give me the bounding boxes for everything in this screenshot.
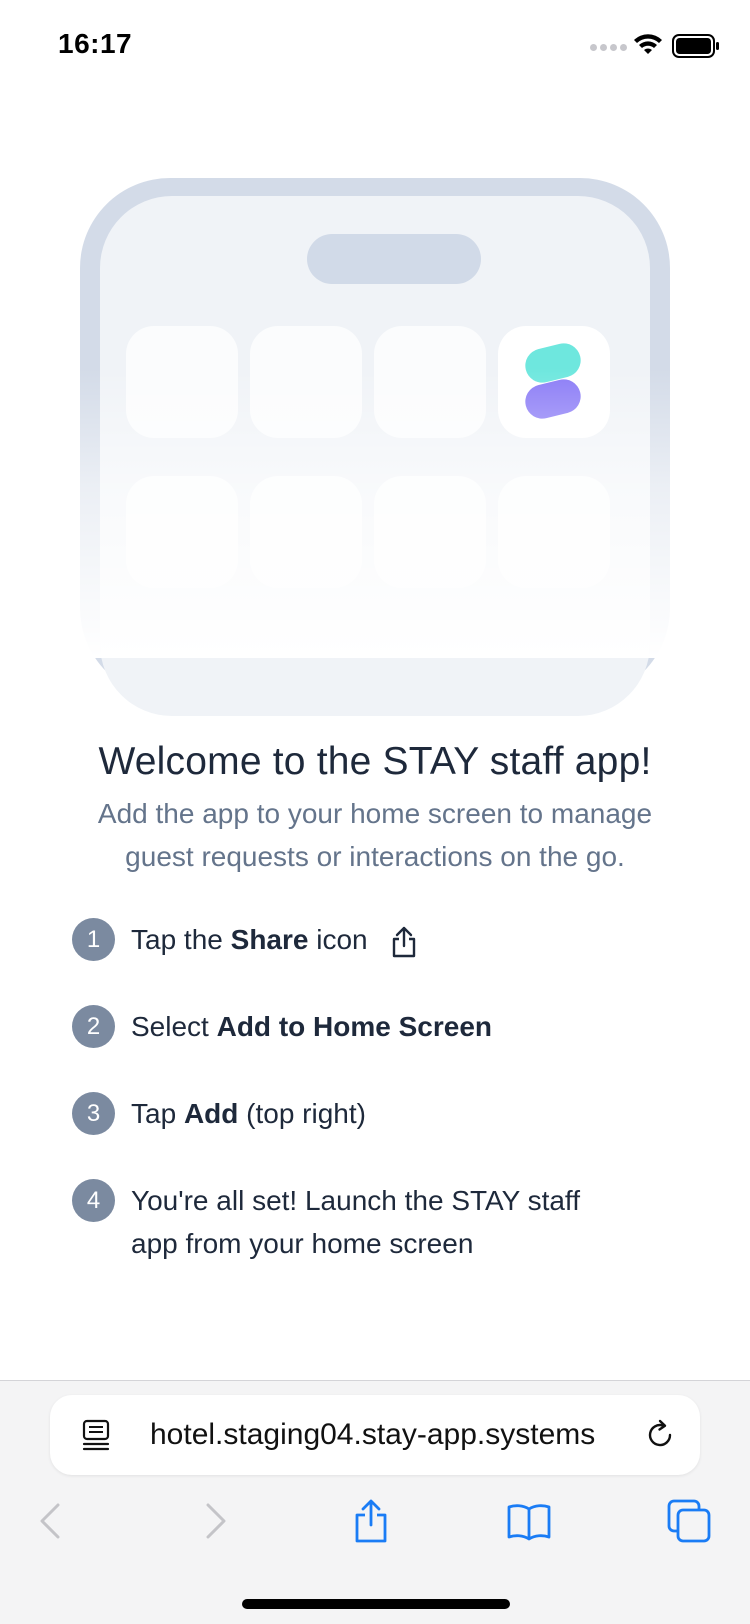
step-number-badge: 4 bbox=[72, 1179, 115, 1222]
step-text-bold: Add to Home Screen bbox=[216, 1011, 492, 1042]
back-icon[interactable] bbox=[28, 1497, 76, 1545]
forward-icon[interactable] bbox=[190, 1497, 238, 1545]
step-text-bold: Add bbox=[183, 1098, 239, 1129]
welcome-subtitle: Add the app to your home screen to manag… bbox=[60, 792, 690, 878]
browser-chrome: hotel.staging04.stay-app.systems bbox=[0, 1380, 750, 1624]
phone-notch bbox=[307, 234, 481, 284]
bookmarks-icon[interactable] bbox=[505, 1497, 553, 1545]
subtitle-line: guest requests or interactions on the go… bbox=[125, 841, 625, 872]
step-text-pre: Tap the bbox=[131, 924, 231, 955]
subtitle-line: Add the app to your home screen to manag… bbox=[97, 798, 653, 829]
share-icon bbox=[393, 926, 416, 957]
step-text: Tap Add (top right) bbox=[131, 1092, 366, 1135]
step-text: Tap the Share icon bbox=[131, 918, 419, 961]
step-text-line: app from your home screen bbox=[131, 1228, 474, 1259]
page-menu-icon[interactable] bbox=[80, 1417, 112, 1453]
status-time: 16:17 bbox=[58, 28, 133, 59]
step-text-bold: Share bbox=[230, 924, 309, 955]
phone-illustration bbox=[70, 178, 680, 716]
step-number-badge: 1 bbox=[72, 918, 115, 961]
step-text: Select Add to Home Screen bbox=[131, 1005, 492, 1048]
step-number-badge: 3 bbox=[72, 1092, 115, 1135]
step-text-post: (top right) bbox=[238, 1098, 366, 1129]
battery-icon bbox=[672, 34, 719, 58]
step-text: You're all set! Launch the STAY staff ap… bbox=[131, 1179, 580, 1265]
tabs-icon[interactable] bbox=[665, 1497, 713, 1545]
reload-icon[interactable] bbox=[644, 1419, 676, 1451]
wifi-icon bbox=[634, 34, 662, 54]
signal-dots-icon bbox=[590, 44, 627, 51]
step-text-pre: Tap bbox=[131, 1098, 184, 1129]
fade-overlay bbox=[70, 368, 680, 658]
home-indicator bbox=[242, 1599, 510, 1609]
step-number-badge: 2 bbox=[72, 1005, 115, 1048]
welcome-title: Welcome to the STAY staff app! bbox=[98, 740, 652, 783]
share-icon[interactable] bbox=[347, 1497, 395, 1545]
status-bar: 16:17 bbox=[0, 0, 750, 90]
address-bar[interactable]: hotel.staging04.stay-app.systems bbox=[50, 1395, 700, 1475]
step-text-post: icon bbox=[308, 924, 368, 955]
url-text[interactable]: hotel.staging04.stay-app.systems bbox=[150, 1415, 630, 1455]
step-text-line: You're all set! Launch the STAY staff bbox=[131, 1185, 580, 1216]
step-text-pre: Select bbox=[131, 1011, 217, 1042]
